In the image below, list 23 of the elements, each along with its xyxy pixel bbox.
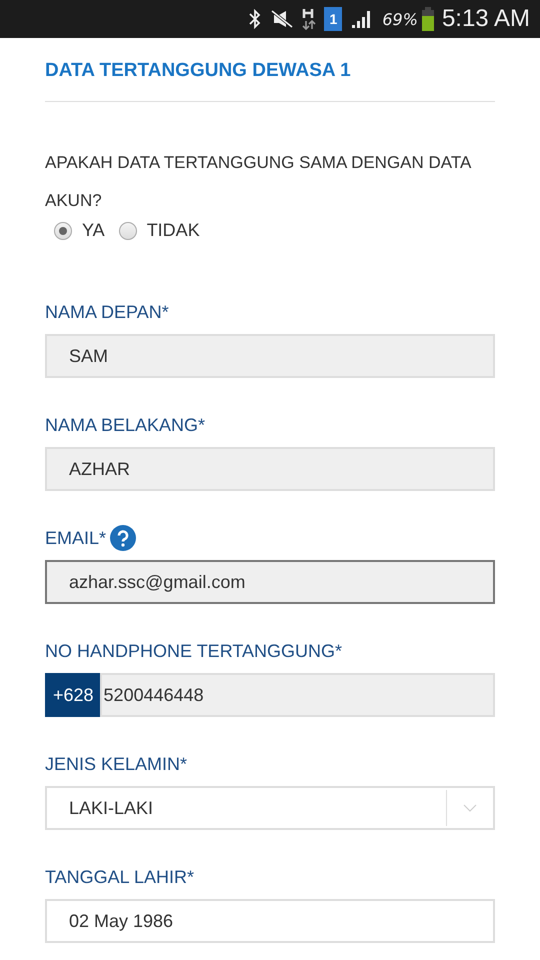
battery-percentage: 69% xyxy=(382,10,418,28)
radio-button[interactable] xyxy=(54,222,72,240)
question-text: APAKAH DATA TERTANGGUNG SAMA DENGAN DATA AKUN? xyxy=(45,152,472,212)
data-network-icon xyxy=(302,7,316,31)
field-label: NO HANDPHONE TERTANGGUNG* xyxy=(45,640,342,662)
sim-indicator: 1 xyxy=(324,7,342,31)
field-label: TANGGAL LAHIR* xyxy=(45,866,194,888)
chevron-down-icon xyxy=(463,804,477,812)
radio-button[interactable] xyxy=(118,222,137,240)
radio-option[interactable]: TIDAK xyxy=(118,220,200,241)
field-label: EMAIL* xyxy=(45,528,106,548)
section-title: DATA TERTANGGUNG DEWASA 1 xyxy=(45,59,352,82)
field-label: NAMA BELAKANG* xyxy=(45,414,206,436)
battery-icon xyxy=(422,7,434,31)
radio-option[interactable]: YA xyxy=(54,220,105,241)
country-code: +628 xyxy=(45,673,100,717)
bluetooth-icon xyxy=(248,9,262,29)
mute-icon xyxy=(270,9,294,29)
dropdown-field[interactable]: LAKI-LAKI xyxy=(45,786,495,830)
input-field[interactable]: 02 May 1986 xyxy=(45,899,495,943)
field-label: JENIS KELAMIN* xyxy=(45,754,188,774)
field-label: NAMA DEPAN* xyxy=(45,302,169,322)
clock-time: 5:13 AM xyxy=(442,5,530,33)
